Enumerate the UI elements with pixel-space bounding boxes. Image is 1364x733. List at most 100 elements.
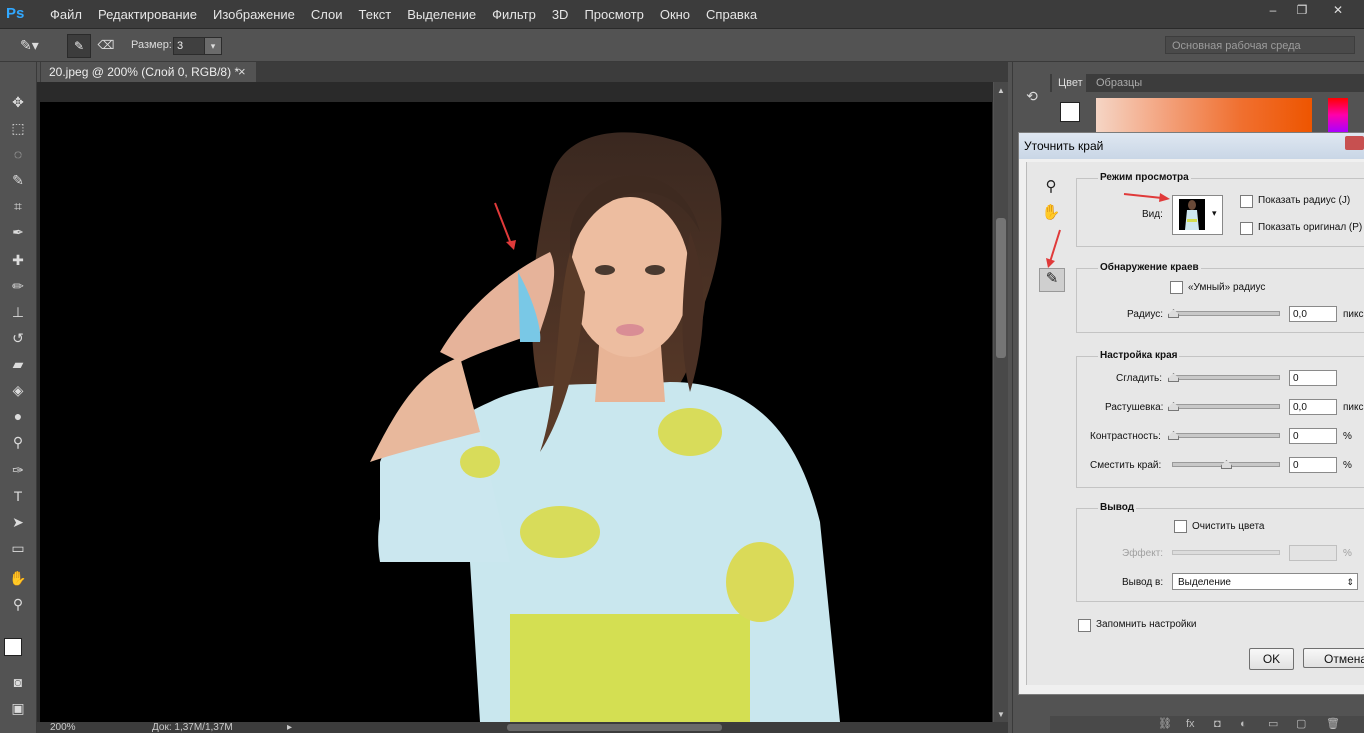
ok-button[interactable]: OK xyxy=(1249,648,1294,670)
menu-file[interactable]: Файл xyxy=(42,7,90,22)
output-to-value: Выделение xyxy=(1178,577,1231,588)
status-menu-arrow-icon[interactable]: ▸ xyxy=(287,722,292,733)
decontaminate-colors-checkbox[interactable] xyxy=(1174,520,1187,533)
paint-bucket-tool-icon[interactable]: ◈ xyxy=(8,380,28,400)
scroll-up-icon[interactable]: ▲ xyxy=(997,86,1005,95)
document-canvas[interactable] xyxy=(40,102,992,722)
menu-edit[interactable]: Редактирование xyxy=(90,7,205,22)
show-radius-label: Показать радиус (J) xyxy=(1258,195,1351,206)
color-spectrum[interactable] xyxy=(1096,98,1312,132)
zoom-tool-icon[interactable]: ⚲ xyxy=(1041,177,1061,197)
menu-layers[interactable]: Слои xyxy=(303,7,351,22)
chevron-down-icon[interactable]: ▾ xyxy=(1212,208,1217,219)
screen-mode-icon[interactable]: ▣ xyxy=(8,698,28,718)
clone-stamp-tool-icon[interactable]: ⊥ xyxy=(8,302,28,322)
tab-swatches[interactable]: Образцы xyxy=(1090,74,1156,92)
new-layer-icon[interactable]: ▢ xyxy=(1296,716,1306,733)
delete-layer-icon[interactable]: 🗑 xyxy=(1326,716,1340,733)
hand-tool-icon[interactable]: ✋ xyxy=(1041,203,1061,223)
pen-tool-icon[interactable]: ✑ xyxy=(8,460,28,480)
dodge-tool-icon[interactable]: ⚲ xyxy=(8,432,28,452)
amount-unit: % xyxy=(1343,548,1352,559)
workspace-select[interactable]: Основная рабочая среда xyxy=(1165,36,1355,54)
size-input[interactable]: 3 xyxy=(173,37,206,55)
close-window-button[interactable]: ✕ xyxy=(1318,2,1358,18)
crop-tool-icon[interactable]: ⌗ xyxy=(8,196,28,216)
cancel-button[interactable]: Отмена xyxy=(1303,648,1364,668)
zoom-level[interactable]: 200% xyxy=(50,722,76,733)
feather-slider[interactable] xyxy=(1172,404,1280,409)
close-tab-icon[interactable]: × xyxy=(238,64,246,79)
minimize-button[interactable]: – xyxy=(1260,2,1286,18)
feather-input[interactable]: 0,0 xyxy=(1289,399,1337,415)
view-mode-selector[interactable]: ▾ xyxy=(1172,195,1223,235)
menu-select[interactable]: Выделение xyxy=(399,7,484,22)
tab-color[interactable]: Цвет xyxy=(1052,74,1086,92)
hue-strip[interactable] xyxy=(1328,98,1348,132)
toolbox: ✥ ⬚ ◌ ✎ ⌗ ✒ ✚ ✏ ⊥ ↺ ▰ ◈ ● ⚲ ✑ T ➤ ▭ ✋ ⚲ … xyxy=(0,62,37,733)
path-selection-tool-icon[interactable]: ➤ xyxy=(8,512,28,532)
eyedropper-tool-icon[interactable]: ✒ xyxy=(8,222,28,242)
menu-help[interactable]: Справка xyxy=(698,7,765,22)
show-radius-checkbox[interactable] xyxy=(1240,195,1253,208)
chevron-down-icon[interactable]: ▾ xyxy=(204,37,222,55)
restore-button[interactable]: ❐ xyxy=(1289,2,1315,18)
refine-radius-tool-icon[interactable]: ✎ xyxy=(1039,268,1065,292)
type-tool-icon[interactable]: T xyxy=(8,486,28,506)
dialog-close-button[interactable] xyxy=(1345,136,1364,150)
horizontal-scrollbar-thumb[interactable] xyxy=(507,724,722,731)
remember-settings-checkbox[interactable] xyxy=(1078,619,1091,632)
history-panel-icon[interactable]: ⟲ xyxy=(1023,88,1041,106)
amount-label: Эффект: xyxy=(1122,548,1164,559)
vertical-scrollbar[interactable] xyxy=(994,82,1008,722)
foreground-color-swatch[interactable] xyxy=(4,638,22,656)
tool-preset-brush-icon[interactable]: ✎▾ xyxy=(20,36,46,54)
refine-radius-tool-icon[interactable]: ✎ xyxy=(67,34,91,58)
document-tab[interactable]: 20.jpeg @ 200% (Слой 0, RGB/8) * xyxy=(41,62,256,82)
add-mask-icon[interactable]: ◘ xyxy=(1214,716,1221,733)
annotation-arrow-icon xyxy=(1046,229,1061,268)
panel-foreground-swatch[interactable] xyxy=(1060,102,1080,122)
adjustment-layer-icon[interactable]: ◐ xyxy=(1240,716,1247,733)
smooth-slider[interactable] xyxy=(1172,375,1280,380)
healing-brush-tool-icon[interactable]: ✚ xyxy=(8,250,28,270)
output-heading: Вывод xyxy=(1098,502,1137,513)
menu-image[interactable]: Изображение xyxy=(205,7,303,22)
amount-input xyxy=(1289,545,1337,561)
zoom-tool-icon[interactable]: ⚲ xyxy=(8,594,28,614)
scroll-down-icon[interactable]: ▼ xyxy=(997,710,1005,719)
marquee-tool-icon[interactable]: ⬚ xyxy=(8,118,28,138)
quick-mask-icon[interactable]: ◙ xyxy=(8,672,28,692)
link-layers-icon[interactable]: ⛓ xyxy=(1158,716,1172,733)
brush-tool-icon[interactable]: ✏ xyxy=(8,276,28,296)
menu-3d[interactable]: 3D xyxy=(544,7,577,22)
history-brush-tool-icon[interactable]: ↺ xyxy=(8,328,28,348)
menu-filter[interactable]: Фильтр xyxy=(484,7,544,22)
contrast-slider[interactable] xyxy=(1172,433,1280,438)
output-to-select[interactable]: Выделение ⇕ xyxy=(1172,573,1358,590)
output-to-label: Вывод в: xyxy=(1122,577,1164,588)
quick-selection-tool-icon[interactable]: ✎ xyxy=(8,170,28,190)
menu-type[interactable]: Текст xyxy=(351,7,400,22)
eraser-tool-icon[interactable]: ▰ xyxy=(8,354,28,374)
menu-window[interactable]: Окно xyxy=(652,7,698,22)
contrast-input[interactable]: 0 xyxy=(1289,428,1337,444)
shift-edge-input[interactable]: 0 xyxy=(1289,457,1337,473)
smart-radius-checkbox[interactable] xyxy=(1170,281,1183,294)
fx-icon[interactable]: fx xyxy=(1186,716,1195,733)
menu-view[interactable]: Просмотр xyxy=(576,7,651,22)
lasso-tool-icon[interactable]: ◌ xyxy=(8,144,28,164)
radius-slider[interactable] xyxy=(1172,311,1280,316)
radius-input[interactable]: 0,0 xyxy=(1289,306,1337,322)
move-tool-icon[interactable]: ✥ xyxy=(8,92,28,112)
hand-tool-icon[interactable]: ✋ xyxy=(8,568,28,588)
show-original-checkbox[interactable] xyxy=(1240,222,1253,235)
scrollbar-thumb[interactable] xyxy=(996,218,1006,358)
blur-tool-icon[interactable]: ● xyxy=(8,406,28,426)
smooth-input[interactable]: 0 xyxy=(1289,370,1337,386)
contrast-unit: % xyxy=(1343,431,1352,442)
status-bar: 200% Док: 1,37M/1,37M ▸ xyxy=(37,722,1008,733)
rectangle-tool-icon[interactable]: ▭ xyxy=(8,538,28,558)
erase-refinements-tool-icon[interactable]: ⌫ xyxy=(96,35,116,55)
new-group-icon[interactable]: ▭ xyxy=(1268,716,1278,733)
